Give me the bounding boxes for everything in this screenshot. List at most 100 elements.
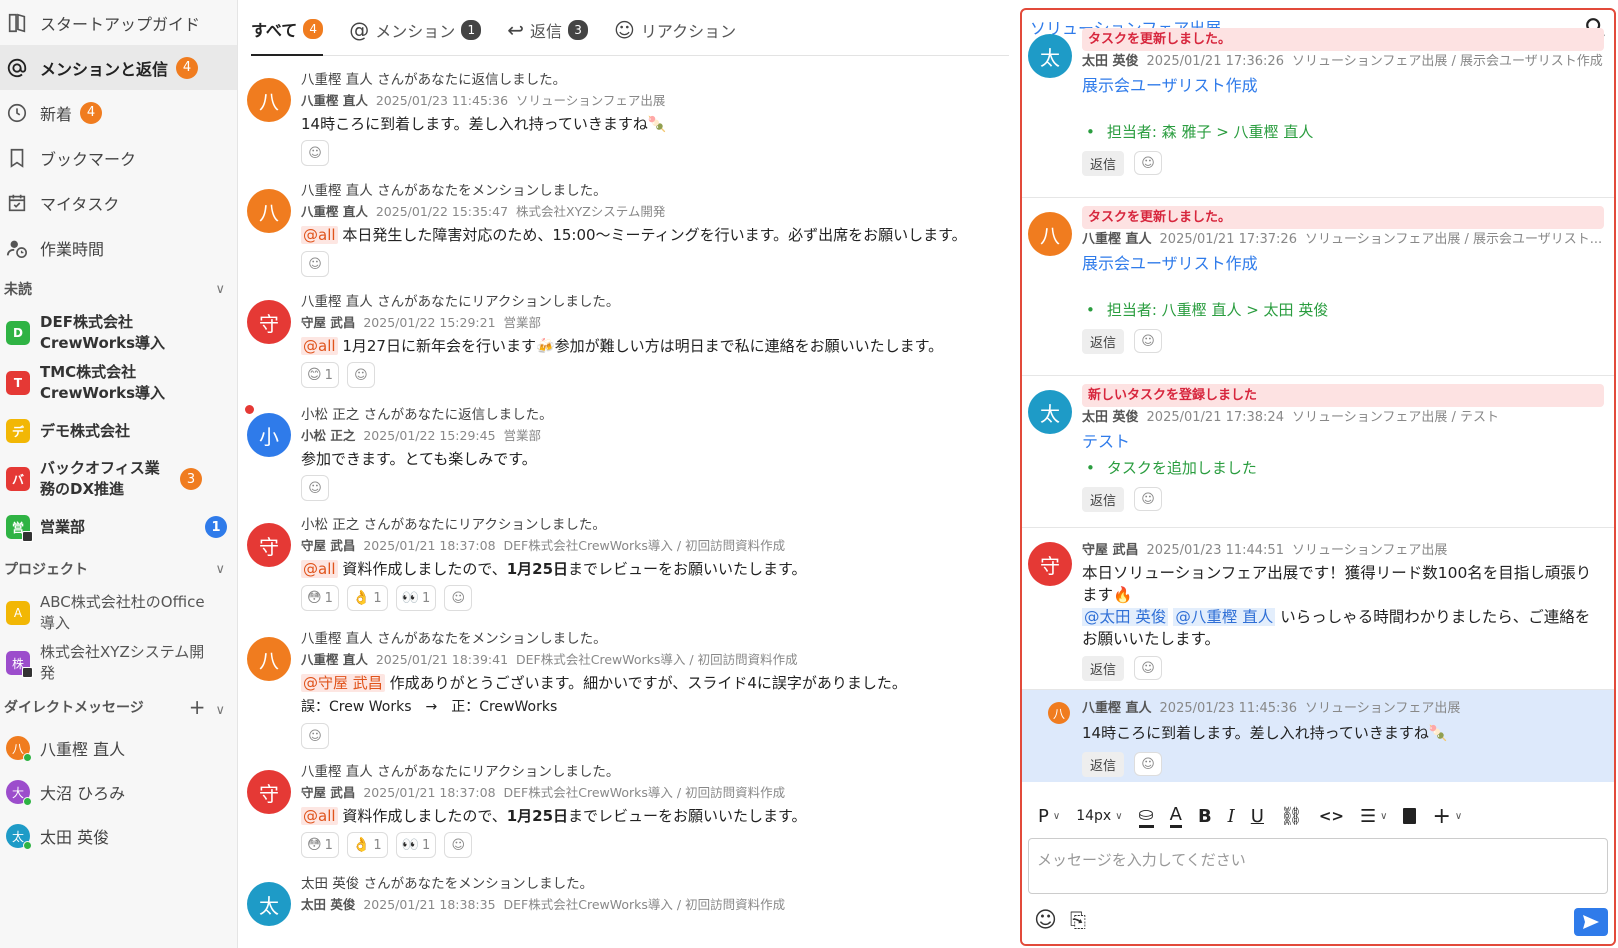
reaction-chip[interactable]: 😳 1	[301, 585, 339, 611]
project-section-header[interactable]: プロジェクト ∨	[0, 550, 237, 588]
reply-button[interactable]: 返信	[1082, 656, 1125, 681]
highlight-color-button[interactable]: ⛀	[1133, 800, 1160, 832]
notification-item[interactable]: 小 小松 正之 さんがあなたに返信しました。 小松 正之 2025/01/22 15:…	[239, 391, 1009, 501]
tab-1[interactable]: @ メンション 1	[349, 0, 482, 56]
tab-0[interactable]: すべて 4	[251, 0, 324, 56]
mention-tag[interactable]: @all	[301, 807, 338, 825]
notification-item[interactable]: 八 八重樫 直人 さんがあなたに返信しました。 八重樫 直人 2025/01/23 1…	[239, 56, 1009, 167]
add-reaction-icon[interactable]: ☺	[301, 723, 329, 749]
add-reaction-icon[interactable]: ☺	[1134, 329, 1163, 353]
dm-item[interactable]: 八 八重樫 直人	[0, 726, 237, 770]
dm-item[interactable]: 大 大沼 ひろみ	[0, 770, 237, 814]
mention-tag[interactable]: @八重樫 直人	[1173, 608, 1276, 626]
notification-item[interactable]: 太 太田 英俊 さんがあなたをメンションしました。 太田 英俊 2025/01/21 …	[239, 860, 1009, 930]
channel-item[interactable]: 営営業部 1	[0, 504, 237, 550]
reaction-chip[interactable]: 😊 1	[301, 362, 339, 388]
attachment-icon[interactable]: ⎘	[1070, 908, 1086, 932]
reaction-chip[interactable]: 👀 1	[395, 585, 437, 611]
reply-button[interactable]: 返信	[1082, 487, 1125, 512]
reaction-row: 😳 1 👌 1 👀 1 ☺	[301, 832, 999, 858]
mention-tag[interactable]: @all	[301, 226, 338, 244]
italic-button[interactable]: I	[1222, 800, 1241, 832]
channel-item[interactable]: デ デモ株式会社	[0, 408, 237, 454]
reaction-count: 1	[324, 837, 333, 853]
chevron-down-icon[interactable]: ∨	[215, 703, 225, 718]
add-reaction-icon[interactable]: ☺	[444, 832, 473, 858]
insert-menu-button[interactable]: + ∨	[1426, 800, 1468, 832]
reaction-row: ☺	[301, 723, 999, 749]
task-link[interactable]: 展示会ユーザリスト作成	[1082, 73, 1604, 99]
message-text: 14時ころに到着します。差し入れ持っていきますね🍡	[301, 115, 667, 133]
message-body: 参加できます。とても楽しみです。	[301, 447, 999, 471]
reaction-chip[interactable]: 😳 1	[301, 832, 339, 858]
add-reaction-icon[interactable]: ☺	[444, 585, 473, 611]
task-link[interactable]: テスト	[1082, 429, 1604, 455]
code-button[interactable]: <>	[1313, 800, 1350, 832]
add-reaction-icon[interactable]: ☺	[346, 362, 375, 388]
channel-item[interactable]: バ バックオフィス業務のDX推進 3	[0, 454, 237, 504]
avatar-initial: 守	[259, 781, 279, 806]
chevron-down-icon[interactable]: ∨	[215, 282, 225, 297]
sidebar-nav-item[interactable]: スタートアップガイド	[0, 0, 237, 45]
notification-item[interactable]: 八 八重樫 直人 さんがあなたをメンションしました。 八重樫 直人 2025/01/2…	[239, 167, 1009, 278]
dm-item[interactable]: 太 太田 英俊	[0, 814, 237, 858]
message-body: 本日ソリューションフェア出展です！獲得リード数100名を目指し頑張ります🔥	[1082, 564, 1592, 604]
avatar-initial: 太	[11, 829, 24, 844]
message-body: 14時ころに到着します。差し入れ持っていきますね🍡	[1082, 724, 1448, 742]
channel-icon: バ	[6, 467, 30, 491]
font-size-select[interactable]: 14px ∨	[1070, 800, 1128, 832]
reply-button[interactable]: 返信	[1082, 329, 1125, 354]
add-reaction-icon[interactable]: ☺	[1134, 487, 1163, 511]
sidebar-nav-item[interactable]: メンションと返信 4	[0, 45, 237, 90]
task-link[interactable]: 展示会ユーザリスト作成	[1082, 251, 1604, 277]
author-name: 八重樫 直人	[301, 204, 368, 219]
reply-button[interactable]: 返信	[1082, 752, 1125, 777]
notification-item[interactable]: 守 八重樫 直人 さんがあなたにリアクションしました。 守屋 武昌 2025/01/2…	[239, 748, 1009, 860]
dm-section-header[interactable]: ダイレクトメッセージ + ∨	[0, 688, 237, 726]
sidebar-nav-item[interactable]: マイタスク	[0, 180, 237, 225]
align-select[interactable]: ☰ ∨	[1354, 800, 1393, 832]
bold-button[interactable]: B	[1192, 800, 1218, 832]
delete-button[interactable]	[1397, 800, 1422, 832]
channel-item[interactable]: 株株式会社XYZシステム開発	[0, 638, 237, 688]
send-button[interactable]	[1574, 908, 1608, 936]
channel-item[interactable]: T TMC株式会社CrewWorks導入	[0, 358, 237, 408]
add-reaction-icon[interactable]: ☺	[301, 251, 329, 277]
channel-item[interactable]: A ABC株式会社杜のOffice導入	[0, 588, 237, 638]
tab-3[interactable]: ☺ リアクション	[614, 0, 736, 56]
message-text: 1月27日に新年会を行います🍻参加が難しい方は明日まで私に連絡をお願いいたします…	[342, 337, 944, 355]
emoji-icon[interactable]: ☺	[1034, 908, 1057, 933]
link-button[interactable]: ⛓	[1274, 800, 1309, 832]
reply-button[interactable]: 返信	[1082, 151, 1125, 176]
message-input[interactable]	[1028, 838, 1608, 894]
add-dm-icon[interactable]: +	[189, 695, 206, 719]
add-reaction-icon[interactable]: ☺	[1134, 151, 1163, 175]
notification-item[interactable]: 八 八重樫 直人 さんがあなたをメンションしました。 八重樫 直人 2025/01/2…	[239, 615, 1009, 749]
tab-2[interactable]: ↩ 返信 3	[507, 0, 589, 56]
channel-item[interactable]: D DEF株式会社CrewWorks導入	[0, 308, 237, 358]
reaction-chip[interactable]: 👀 1	[395, 832, 437, 858]
timestamp: 2025/01/21 17:38:24	[1146, 410, 1284, 425]
paragraph-format-select[interactable]: P ∨	[1032, 800, 1066, 832]
unread-section-header[interactable]: 未読 ∨	[0, 270, 237, 308]
add-reaction-icon[interactable]: ☺	[301, 140, 329, 166]
add-reaction-icon[interactable]: ☺	[1134, 752, 1163, 776]
tab-count-badge: 3	[568, 19, 589, 40]
notification-item[interactable]: 守 小松 正之 さんがあなたにリアクションしました。 守屋 武昌 2025/01/21…	[239, 501, 1009, 615]
reaction-chip[interactable]: 👌 1	[346, 832, 388, 858]
reaction-chip[interactable]: 👌 1	[346, 585, 388, 611]
sidebar-nav-item[interactable]: 新着 4	[0, 90, 237, 135]
chevron-down-icon[interactable]: ∨	[215, 562, 225, 577]
mention-tag[interactable]: @all	[301, 337, 338, 355]
add-reaction-icon[interactable]: ☺	[1134, 656, 1163, 680]
reaction-row: ☺	[301, 140, 999, 166]
mention-tag[interactable]: @太田 英俊	[1082, 608, 1169, 626]
text-color-button[interactable]: A	[1164, 800, 1188, 832]
underline-button[interactable]: U	[1245, 800, 1270, 832]
sidebar-nav-item[interactable]: 作業時間	[0, 225, 237, 270]
notification-item[interactable]: 守 八重樫 直人 さんがあなたにリアクションしました。 守屋 武昌 2025/01/2…	[239, 278, 1009, 391]
mention-tag[interactable]: @all	[301, 560, 338, 578]
mention-tag[interactable]: @守屋 武昌	[301, 674, 385, 692]
sidebar-nav-item[interactable]: ブックマーク	[0, 135, 237, 180]
add-reaction-icon[interactable]: ☺	[301, 475, 329, 501]
